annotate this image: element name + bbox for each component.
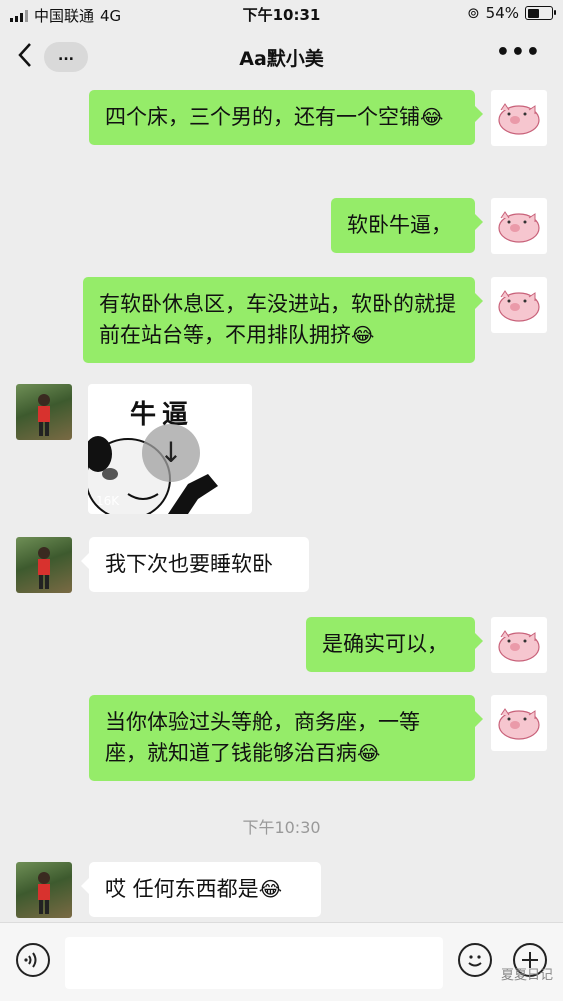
rotation-lock-icon: ⊚ [467, 4, 480, 22]
voice-icon[interactable] [16, 943, 50, 977]
battery-icon [525, 6, 556, 20]
avatar-contact[interactable] [16, 384, 72, 440]
avatar-self[interactable] [491, 277, 547, 333]
chat-title: Aa默小美 [239, 48, 324, 70]
avatar-self[interactable] [491, 695, 547, 751]
avatar-contact[interactable] [16, 862, 72, 918]
message-bubble-outgoing[interactable]: 四个床，三个男的，还有一个空铺😂 [89, 90, 483, 145]
message-text: 四个床，三个男的，还有一个空铺 [105, 105, 420, 129]
input-bar: 夏夏日记 [0, 922, 563, 1001]
message-bubble-outgoing[interactable]: 当你体验过头等舱，商务座，一等座，就知道了钱能够治百病😂 [89, 695, 483, 781]
message-bubble-incoming[interactable]: 我下次也要睡软卧 [81, 537, 309, 592]
message-text: 是确实可以， [322, 632, 448, 656]
message-text: 我下次也要睡软卧 [105, 552, 273, 576]
message-bubble-outgoing[interactable]: 软卧牛逼， [331, 198, 483, 253]
laugh-cry-emoji-icon: 😂 [258, 877, 283, 901]
more-button[interactable]: ••• [496, 40, 541, 65]
message-bubble-outgoing[interactable]: 有软卧休息区，车没进站，软卧的就提前在站台等，不用排队拥挤😂 [83, 277, 483, 363]
message-bubble-incoming[interactable]: 哎 任何东西都是😂 [81, 862, 321, 917]
status-bar: 中国联通 4G 下午10:31 ⊚ 54% [0, 0, 563, 28]
sticker-size: 16K [96, 494, 120, 508]
emoji-face-icon[interactable] [458, 943, 492, 977]
laugh-cry-emoji-icon: 😂 [420, 105, 444, 129]
chat-timestamp: 下午10:30 [242, 818, 321, 837]
status-right: ⊚ 54% [467, 4, 556, 22]
avatar-self[interactable] [491, 198, 547, 254]
message-input[interactable] [65, 937, 443, 989]
avatar-self[interactable] [491, 617, 547, 673]
sticker-image[interactable]: 牛逼 ↓ 16K [88, 384, 252, 514]
battery-fill [527, 8, 540, 18]
message-text: 哎 任何东西都是 [105, 877, 259, 901]
laugh-cry-emoji-icon: 😂 [357, 741, 381, 765]
message-bubble-outgoing[interactable]: 是确实可以， [306, 617, 483, 672]
watermark: 夏夏日记 [500, 968, 553, 983]
chat-header: ... Aa默小美 ••• [0, 28, 563, 86]
avatar-self[interactable] [491, 90, 547, 146]
message-text: 有软卧休息区，车没进站，软卧的就提前在站台等，不用排队拥挤 [99, 292, 456, 347]
download-icon[interactable]: ↓ [142, 424, 200, 482]
message-text: 软卧牛逼， [347, 213, 452, 237]
laugh-cry-emoji-icon: 😂 [351, 323, 375, 347]
battery-percent: 54% [485, 4, 519, 22]
avatar-contact[interactable] [16, 537, 72, 593]
